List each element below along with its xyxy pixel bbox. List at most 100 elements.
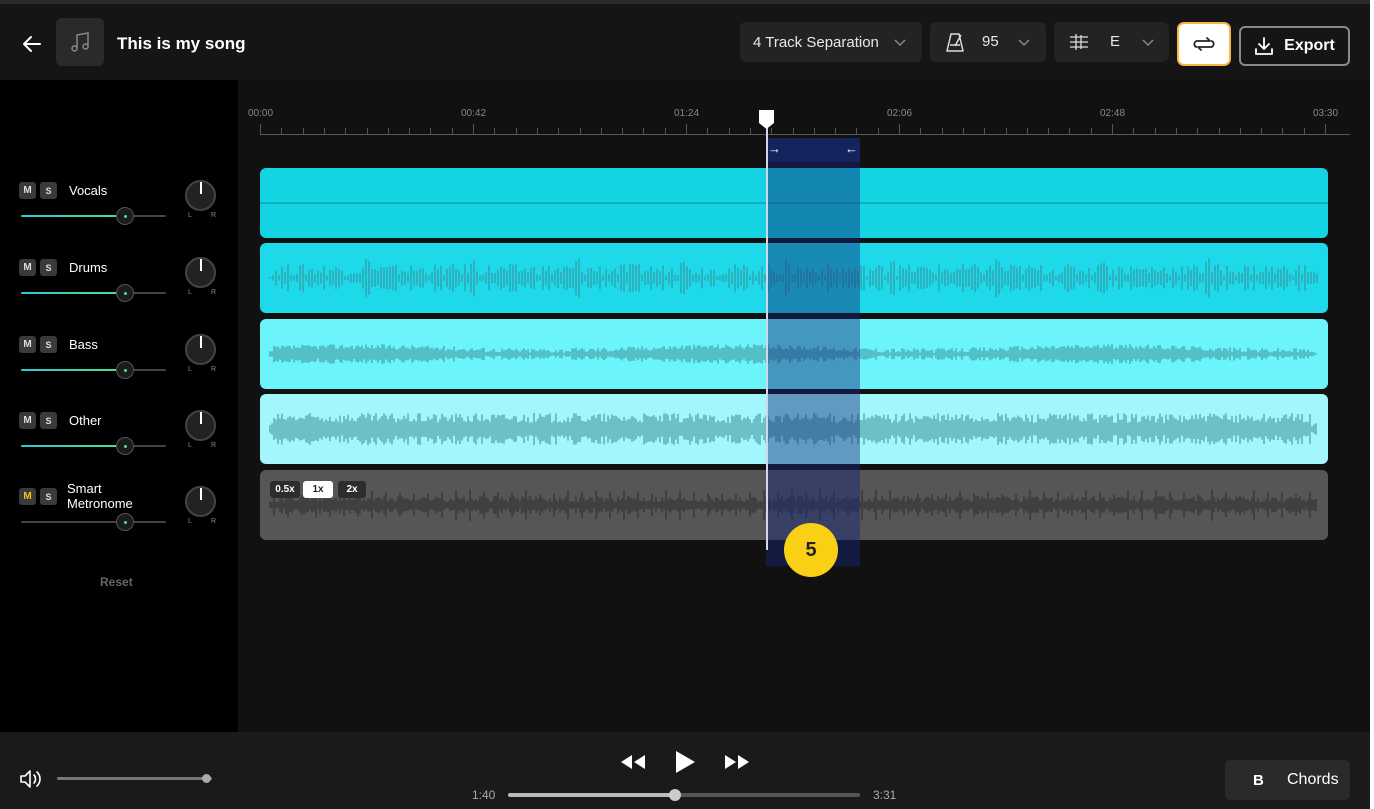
loop-region-header[interactable]: → ← — [766, 138, 860, 162]
key-select[interactable]: E — [1054, 22, 1169, 62]
volume-knob[interactable] — [116, 361, 134, 379]
tempo-select[interactable]: 95 — [930, 22, 1046, 62]
ruler-tick — [323, 128, 325, 134]
volume-fill — [21, 445, 125, 447]
play-button[interactable] — [672, 748, 698, 776]
volume-knob[interactable] — [116, 513, 134, 531]
music-note-icon — [71, 32, 89, 52]
solo-button[interactable]: S — [40, 488, 57, 505]
pan-left-label: L — [188, 366, 192, 373]
pan-knob[interactable] — [185, 486, 216, 517]
separation-select[interactable]: 4 Track Separation — [740, 22, 922, 62]
loop-toggle-button[interactable] — [1177, 22, 1231, 66]
ruler-tick — [707, 128, 709, 134]
master-volume-slider[interactable] — [57, 774, 212, 783]
ruler-tick — [579, 128, 581, 134]
ruler-tick — [920, 128, 922, 134]
track-volume-slider[interactable] — [21, 284, 166, 302]
volume-knob[interactable] — [116, 284, 134, 302]
transport-bar: 1:40 3:31 B Chords — [0, 732, 1370, 809]
loop-start-handle[interactable]: → — [768, 141, 781, 156]
ruler-tick — [387, 128, 389, 134]
loop-region[interactable] — [766, 138, 860, 566]
solo-button[interactable]: S — [40, 182, 57, 199]
loop-end-handle[interactable]: ← — [845, 141, 858, 156]
metronome-speed-button[interactable]: 1x — [303, 481, 333, 498]
ruler-tick — [515, 128, 517, 134]
ruler-tick — [877, 128, 879, 134]
ruler-tick — [899, 124, 900, 135]
mute-button[interactable]: M — [19, 336, 36, 353]
pan-right-label: R — [211, 442, 217, 449]
separation-value: 4 Track Separation — [753, 33, 879, 51]
pan-right-label: R — [211, 518, 217, 525]
rewind-button[interactable] — [618, 748, 648, 776]
chevron-down-icon — [1018, 39, 1030, 47]
metronome-speed-button[interactable]: 0.5x — [270, 481, 300, 498]
ruler-tick — [345, 128, 347, 134]
progress-slider[interactable] — [508, 789, 860, 801]
solo-button[interactable]: S — [40, 259, 57, 276]
back-button[interactable] — [18, 30, 46, 58]
mute-button[interactable]: M — [19, 182, 36, 199]
ruler-tick — [1303, 128, 1305, 134]
pan-right-label: R — [211, 366, 217, 373]
track-name: Drums — [69, 260, 108, 275]
ruler-label: 02:06 — [887, 108, 913, 119]
mute-button[interactable]: M — [19, 259, 36, 276]
fast-forward-button[interactable] — [722, 748, 752, 776]
ruler-label: 00:00 — [248, 108, 274, 119]
chords-label: Chords — [1287, 771, 1339, 788]
progress-knob[interactable] — [669, 789, 681, 801]
ruler-tick — [1325, 124, 1326, 135]
chevron-down-icon — [894, 39, 906, 47]
reset-button[interactable]: Reset — [100, 575, 133, 589]
ruler-label: 03:30 — [1313, 108, 1339, 119]
header-bar: This is my song 4 Track Separation 95 E — [0, 0, 1370, 80]
export-button[interactable]: Export — [1239, 26, 1350, 66]
timeline-area: 00:00 00:42 01:24 02:06 02:48 03:30 0.5x 1x 2x … — [240, 80, 1370, 732]
loop-icon — [1193, 37, 1215, 51]
ruler-tick — [835, 128, 837, 134]
ruler-tick — [792, 128, 794, 134]
track-volume-slider[interactable] — [21, 513, 166, 531]
volume-knob[interactable] — [116, 437, 134, 455]
song-title: This is my song — [117, 34, 246, 53]
pan-knob[interactable] — [185, 410, 216, 441]
metronome-speed-button[interactable]: 2x — [338, 481, 366, 498]
chords-button[interactable]: B Chords — [1225, 760, 1350, 800]
ruler-tick — [1005, 128, 1007, 134]
playhead-handle-icon[interactable] — [758, 108, 775, 130]
pan-right-label: R — [211, 212, 217, 219]
solo-button[interactable]: S — [40, 412, 57, 429]
track-volume-slider[interactable] — [21, 207, 166, 225]
ruler-tick — [686, 124, 687, 135]
ruler-label: 00:42 — [461, 108, 487, 119]
speaker-icon[interactable] — [19, 768, 45, 790]
ruler-baseline — [260, 134, 1350, 135]
volume-knob[interactable] — [116, 207, 134, 225]
track-controls-panel: M S Vocals L R M S Drums L R M S Bass L … — [0, 80, 238, 732]
master-volume-knob[interactable] — [202, 774, 211, 783]
ruler-tick — [260, 124, 261, 135]
ruler-tick — [1154, 128, 1156, 134]
ruler-tick — [856, 128, 858, 134]
solo-button[interactable]: S — [40, 336, 57, 353]
pan-knob[interactable] — [185, 334, 216, 365]
pan-knob[interactable] — [185, 180, 216, 211]
pan-knob[interactable] — [185, 257, 216, 288]
ruler-tick — [1026, 128, 1028, 134]
track-volume-slider[interactable] — [21, 437, 166, 455]
pan-left-label: L — [188, 212, 192, 219]
mute-button[interactable]: M — [19, 412, 36, 429]
ruler-tick — [984, 128, 986, 134]
playhead-line — [766, 128, 768, 550]
track-volume-slider[interactable] — [21, 361, 166, 379]
ruler-tick — [1069, 128, 1071, 134]
ruler-tick — [1218, 128, 1220, 134]
mute-button[interactable]: M — [19, 488, 36, 505]
arrow-left-icon — [23, 36, 41, 52]
total-time: 3:31 — [873, 788, 897, 802]
track-control-2: M S Bass L R — [0, 334, 238, 406]
ruler-tick — [749, 128, 751, 134]
